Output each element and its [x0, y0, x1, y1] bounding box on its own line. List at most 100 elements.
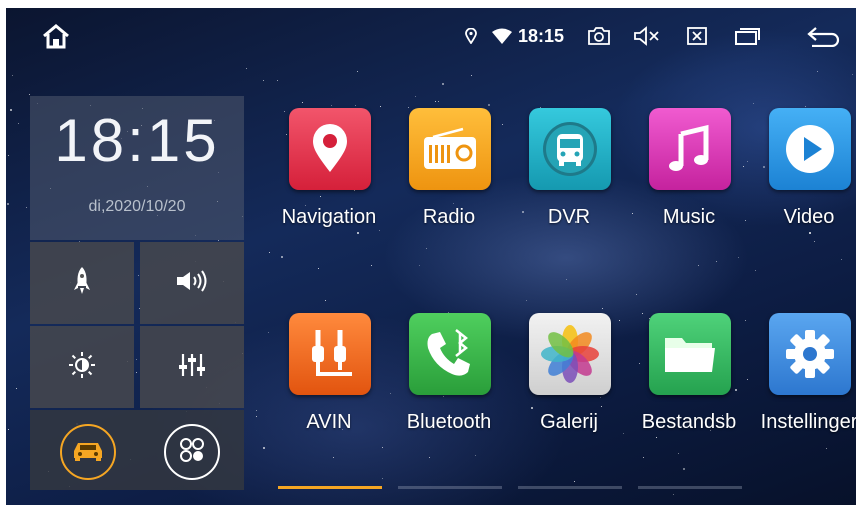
page-indicator-2[interactable] [398, 486, 502, 489]
star [419, 265, 420, 266]
star [753, 103, 754, 104]
star [246, 68, 247, 69]
star [26, 207, 27, 208]
star [12, 75, 13, 76]
recent-apps-icon[interactable] [730, 24, 764, 48]
star [318, 268, 319, 269]
app-avin[interactable]: AVIN [269, 313, 389, 463]
app-music[interactable]: Music [629, 108, 749, 258]
app-video[interactable]: Video [749, 108, 856, 258]
star [755, 270, 756, 271]
equalizer-icon [178, 352, 206, 382]
star [302, 102, 303, 103]
star [357, 71, 358, 72]
folder-icon [649, 313, 731, 395]
star [471, 75, 472, 76]
star [136, 372, 137, 373]
gallery-icon [529, 313, 611, 395]
star [566, 279, 567, 280]
clock-date: di,2020/10/20 [88, 198, 186, 215]
brightness-icon [68, 351, 96, 383]
star [438, 101, 439, 102]
volume-tile[interactable] [140, 242, 244, 324]
rocket-icon [73, 266, 91, 300]
star [256, 416, 257, 417]
star [488, 104, 490, 106]
phone-icon [409, 313, 491, 395]
star [526, 300, 527, 301]
all-apps-button[interactable] [164, 424, 220, 480]
play-icon [769, 108, 851, 190]
star [382, 478, 383, 479]
car-button[interactable] [60, 424, 116, 480]
wifi-icon [489, 24, 515, 48]
avin-icon [289, 313, 371, 395]
star [435, 101, 436, 102]
page-indicator-1[interactable] [278, 486, 382, 489]
clock-widget[interactable]: 18:15 di,2020/10/20 [30, 96, 244, 240]
star [574, 481, 575, 482]
rocket-tile[interactable] [30, 242, 134, 324]
star [698, 265, 699, 266]
map-pin-icon [289, 108, 371, 190]
star [852, 74, 853, 75]
star [8, 429, 9, 430]
app-navigation[interactable]: Navigation [269, 108, 389, 258]
page-indicator-4[interactable] [638, 486, 742, 489]
star [29, 94, 30, 95]
all-apps-icon [178, 436, 206, 468]
location-icon [461, 24, 481, 48]
music-icon [649, 108, 731, 190]
status-bar: 18:15 [6, 8, 856, 68]
star [136, 359, 137, 360]
home-icon[interactable] [36, 24, 76, 49]
star [415, 96, 416, 97]
app-bestandsbeheer[interactable]: Bestandsb [629, 313, 749, 463]
star [10, 109, 12, 111]
star [16, 388, 17, 389]
star [18, 123, 19, 124]
app-radio[interactable]: Radio [389, 108, 509, 258]
mute-icon[interactable] [630, 24, 664, 48]
back-icon[interactable] [804, 24, 844, 48]
brightness-tile[interactable] [30, 326, 134, 408]
star [683, 468, 685, 470]
star [331, 105, 332, 106]
star [602, 308, 603, 309]
app-galerij[interactable]: Galerij [509, 313, 629, 463]
launcher-screen: 18:15 18:15 di,2020/10/20 Navigation Rad… [6, 8, 856, 505]
star [371, 265, 372, 266]
screenshot-icon[interactable] [584, 24, 614, 48]
star [355, 105, 356, 106]
star [218, 240, 219, 241]
clock-time: 18:15 [54, 107, 220, 174]
star [7, 203, 9, 205]
app-bluetooth[interactable]: Bluetooth [389, 313, 509, 463]
gear-icon [769, 313, 851, 395]
star [277, 80, 278, 81]
page-indicator-3[interactable] [518, 486, 622, 489]
star [380, 106, 381, 107]
volume-icon [175, 270, 209, 296]
star [716, 261, 717, 262]
star [138, 275, 139, 276]
bottom-shortcuts [30, 410, 244, 490]
star [673, 494, 674, 495]
star [442, 83, 444, 85]
star [263, 80, 264, 81]
star [805, 106, 806, 107]
radio-icon [409, 108, 491, 190]
star [256, 410, 257, 411]
star [817, 71, 818, 72]
app-dvr[interactable]: DVR [509, 108, 629, 258]
app-instellingen[interactable]: Instellinger [749, 313, 856, 463]
star [841, 259, 842, 260]
star [636, 294, 637, 295]
equalizer-tile[interactable] [140, 326, 244, 408]
star [263, 447, 265, 449]
status-time: 18:15 [518, 26, 565, 46]
star [325, 300, 326, 301]
bus-icon [529, 108, 611, 190]
close-app-icon[interactable] [682, 24, 712, 48]
car-icon [71, 439, 105, 465]
